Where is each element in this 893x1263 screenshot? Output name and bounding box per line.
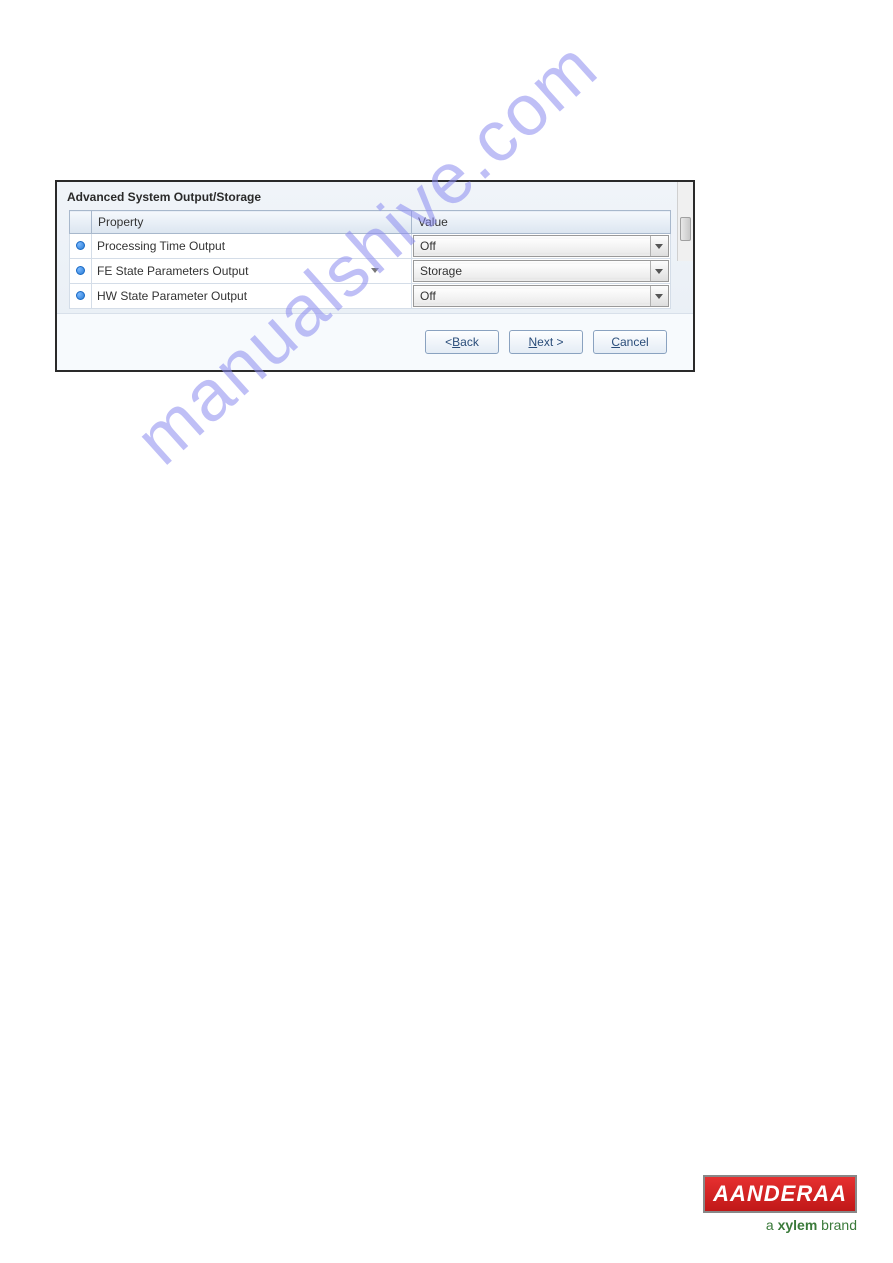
cancel-hotkey: C bbox=[611, 335, 620, 349]
cancel-button[interactable]: Cancel bbox=[593, 330, 667, 354]
brand-logo: AANDERAA bbox=[703, 1175, 857, 1213]
property-name: Processing Time Output bbox=[92, 234, 412, 259]
brand-tagline: a xylem brand bbox=[703, 1217, 857, 1233]
property-value-cell: Off bbox=[412, 234, 671, 259]
cancel-rest: ancel bbox=[620, 335, 649, 349]
row-bullet-icon bbox=[70, 284, 92, 309]
chevron-down-icon bbox=[650, 286, 668, 306]
chevron-down-icon bbox=[650, 236, 668, 256]
header-property: Property bbox=[92, 211, 412, 234]
next-button[interactable]: Next > bbox=[509, 330, 583, 354]
wizard-button-bar: < Back Next > Cancel bbox=[57, 313, 693, 370]
next-rest: ext > bbox=[537, 335, 563, 349]
dropdown-selected-text: Off bbox=[414, 239, 650, 253]
row-bullet-icon bbox=[70, 234, 92, 259]
scrollbar-track[interactable] bbox=[677, 182, 693, 261]
table-header-row: Property Value bbox=[70, 211, 671, 234]
table-row: Processing Time Output Off bbox=[70, 234, 671, 259]
brand-footer: AANDERAA a xylem brand bbox=[703, 1175, 857, 1233]
table-row: HW State Parameter Output Off bbox=[70, 284, 671, 309]
config-dialog: Advanced System Output/Storage Property … bbox=[55, 180, 695, 372]
header-icon-col bbox=[70, 211, 92, 234]
tagline-suffix: brand bbox=[817, 1217, 857, 1233]
scrollbar-down-arrow-icon[interactable] bbox=[59, 263, 691, 277]
tagline-prefix: a bbox=[766, 1217, 778, 1233]
vertical-scrollbar[interactable] bbox=[677, 182, 693, 261]
property-dot-icon bbox=[76, 241, 85, 250]
dropdown-selected-text: Off bbox=[414, 289, 650, 303]
property-table: Property Value Processing Time Output Of… bbox=[69, 210, 671, 309]
property-dot-icon bbox=[76, 291, 85, 300]
back-button[interactable]: < Back bbox=[425, 330, 499, 354]
hw-state-parameter-output-dropdown[interactable]: Off bbox=[413, 285, 669, 307]
back-prefix: < bbox=[445, 335, 452, 349]
processing-time-output-dropdown[interactable]: Off bbox=[413, 235, 669, 257]
back-hotkey: B bbox=[452, 335, 460, 349]
property-value-cell: Off bbox=[412, 284, 671, 309]
back-rest: ack bbox=[460, 335, 479, 349]
tagline-bold: xylem bbox=[778, 1217, 818, 1233]
dialog-scrollable-area: Advanced System Output/Storage Property … bbox=[57, 182, 693, 313]
property-name: HW State Parameter Output bbox=[92, 284, 412, 309]
scrollbar-thumb[interactable] bbox=[680, 217, 691, 241]
next-hotkey: N bbox=[528, 335, 537, 349]
panel-content: Advanced System Output/Storage Property … bbox=[57, 182, 677, 313]
header-value: Value bbox=[412, 211, 671, 234]
panel-title: Advanced System Output/Storage bbox=[63, 188, 677, 210]
